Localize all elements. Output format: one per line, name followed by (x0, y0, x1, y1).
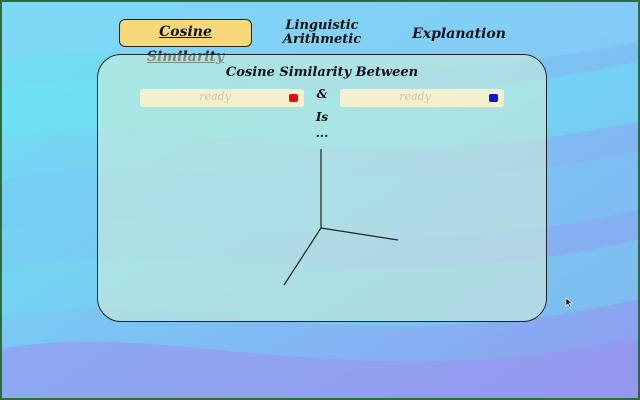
arrow-cursor-icon (565, 297, 573, 309)
app-window: Cosine Similarity Linguistic Arithmetic … (0, 0, 640, 400)
3d-axes (283, 149, 399, 286)
axis-right (320, 227, 399, 241)
axis-front (283, 227, 322, 286)
